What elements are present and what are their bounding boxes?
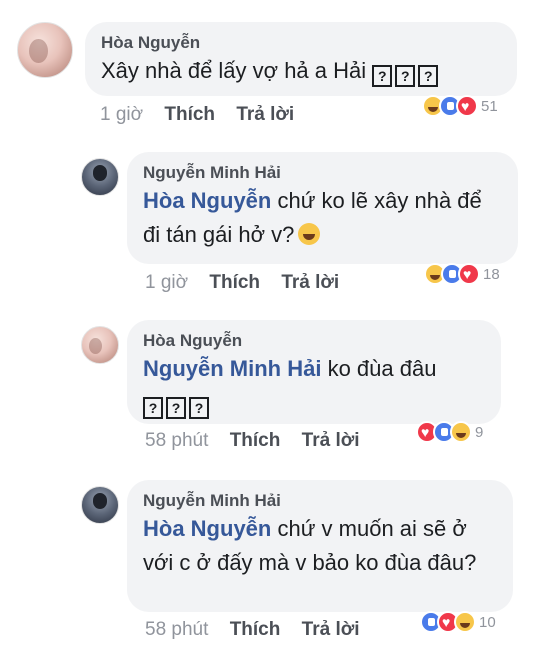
like-button[interactable]: Thích (230, 430, 281, 451)
reaction-summary[interactable]: 18 (424, 262, 500, 286)
mention-link[interactable]: Nguyễn Minh Hải (143, 356, 321, 381)
reaction-summary[interactable]: 51 (422, 94, 498, 118)
comment-author[interactable]: Hòa Nguyễn (101, 32, 501, 54)
haha-reaction-icon (454, 611, 476, 633)
reply-button[interactable]: Trả lời (236, 104, 294, 125)
unknown-glyph-icon: ? (395, 65, 416, 87)
reaction-summary[interactable]: 9 (416, 420, 483, 444)
avatar[interactable] (81, 326, 119, 364)
comment-bubble: Hòa Nguyễn Xây nhà để lấy vợ hả a Hải ??… (85, 22, 517, 96)
comment-bubble: Nguyễn Minh Hải Hòa Nguyễn chứ v muốn ai… (127, 480, 513, 612)
unknown-glyph-icon: ? (166, 397, 186, 419)
mention-link[interactable]: Hòa Nguyễn (143, 516, 271, 541)
haha-reaction-icon (450, 421, 472, 443)
unknown-glyph-icon: ? (372, 65, 393, 87)
comment-actions: 58 phút Thích Trả lời (145, 430, 360, 452)
timestamp[interactable]: 1 giờ (100, 104, 143, 125)
avatar[interactable] (81, 486, 119, 524)
reaction-count: 9 (475, 423, 484, 441)
reply-button[interactable]: Trả lời (302, 430, 360, 451)
comment-bubble: Nguyễn Minh Hải Hòa Nguyễn chứ ko lẽ xây… (127, 152, 518, 264)
timestamp[interactable]: 1 giờ (145, 272, 188, 293)
comment-actions: 58 phút Thích Trả lời (145, 619, 360, 641)
reaction-summary[interactable]: 10 (420, 610, 496, 634)
comment-text: Xây nhà để lấy vợ hả a Hải ??? (101, 54, 501, 88)
avatar[interactable] (17, 22, 73, 78)
like-button[interactable]: Thích (164, 104, 215, 125)
comment-actions: 1 giờ Thích Trả lời (145, 272, 339, 294)
comment-text: Hòa Nguyễn chứ v muốn ai sẽ ở với c ở đấ… (143, 512, 497, 580)
timestamp[interactable]: 58 phút (145, 430, 208, 451)
mention-link[interactable]: Hòa Nguyễn (143, 188, 271, 213)
like-button[interactable]: Thích (230, 619, 281, 640)
reply-button[interactable]: Trả lời (281, 272, 339, 293)
avatar[interactable] (81, 158, 119, 196)
comment-text: Nguyễn Minh Hải ko đùa đâu ??? (143, 352, 485, 420)
reply-button[interactable]: Trả lời (302, 619, 360, 640)
comment-bubble: Hòa Nguyễn Nguyễn Minh Hải ko đùa đâu ??… (127, 320, 501, 424)
like-button[interactable]: Thích (209, 272, 260, 293)
comment-body: ko đùa đâu (321, 356, 437, 381)
comment-actions: 1 giờ Thích Trả lời (100, 104, 294, 126)
comment-author[interactable]: Hòa Nguyễn (143, 330, 485, 352)
unknown-glyph-icon: ? (418, 65, 439, 87)
reaction-count: 10 (479, 613, 496, 631)
unknown-glyph-icon: ? (143, 397, 163, 419)
unknown-glyph-icon: ? (189, 397, 209, 419)
comment-author[interactable]: Nguyễn Minh Hải (143, 490, 497, 512)
love-reaction-icon (458, 263, 480, 285)
laughing-tears-emoji-icon (298, 223, 321, 245)
timestamp[interactable]: 58 phút (145, 619, 208, 640)
comment-author[interactable]: Nguyễn Minh Hải (143, 162, 502, 184)
reaction-count: 51 (481, 97, 498, 115)
love-reaction-icon (456, 95, 478, 117)
comment-body: Xây nhà để lấy vợ hả a Hải (101, 58, 367, 83)
reaction-count: 18 (483, 265, 500, 283)
comment-text: Hòa Nguyễn chứ ko lẽ xây nhà để đi tán g… (143, 184, 502, 252)
